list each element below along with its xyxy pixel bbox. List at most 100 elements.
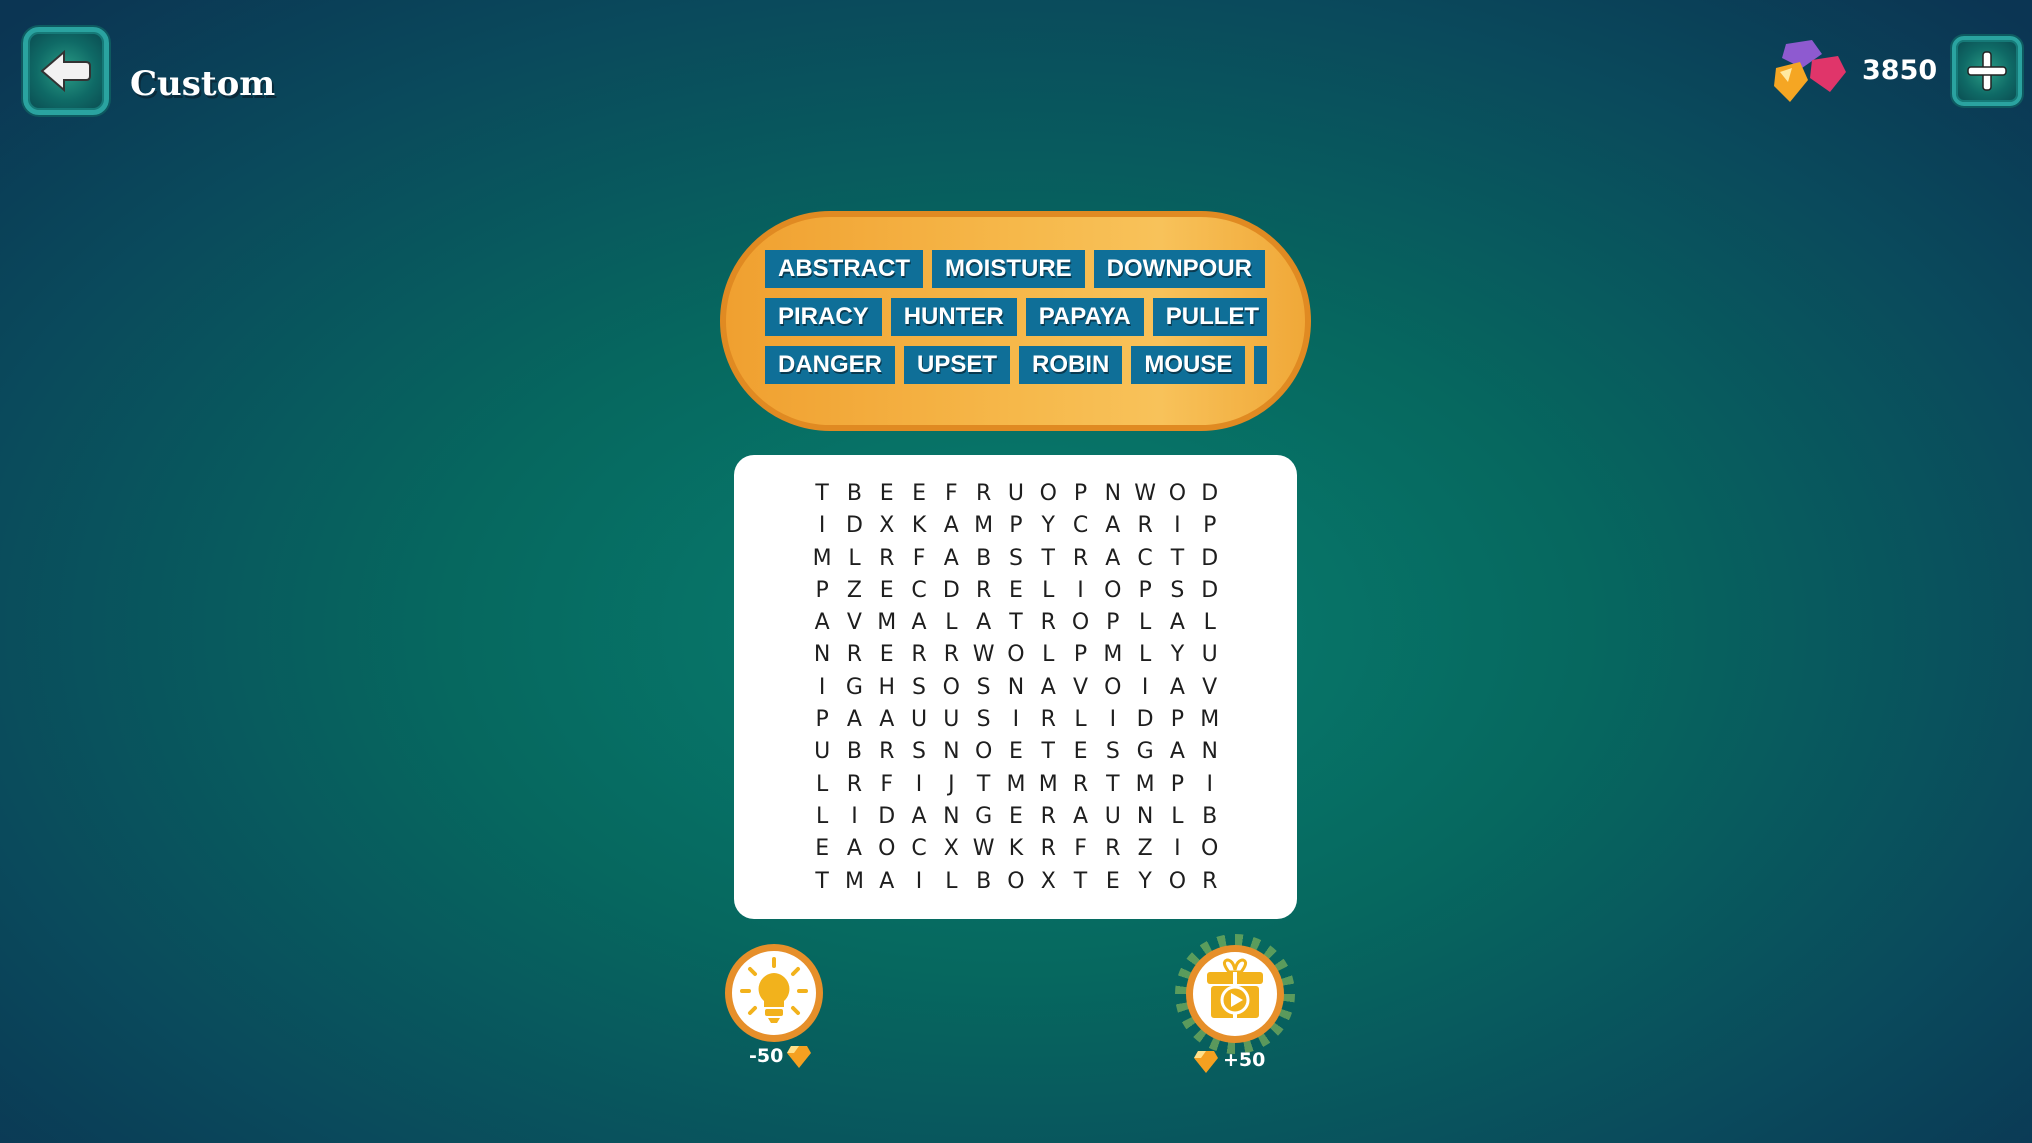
grid-letter[interactable]: R (838, 639, 870, 671)
grid-letter[interactable]: Y (1032, 510, 1064, 542)
grid-letter[interactable]: S (903, 736, 935, 768)
grid-letter[interactable]: G (967, 801, 999, 833)
grid-letter[interactable]: C (903, 575, 935, 607)
grid-letter[interactable]: P (806, 704, 838, 736)
grid-letter[interactable]: R (871, 543, 903, 575)
grid-letter[interactable]: A (1161, 607, 1193, 639)
grid-letter[interactable]: I (1000, 704, 1032, 736)
grid-letter[interactable]: U (1000, 478, 1032, 510)
letter-grid[interactable]: TBEEFRUOPNWODIDXKAMPYCARIPMLRFABSTRACTDP… (806, 478, 1226, 898)
grid-letter[interactable]: L (935, 866, 967, 898)
grid-letter[interactable]: E (903, 478, 935, 510)
grid-letter[interactable]: S (1000, 543, 1032, 575)
grid-letter[interactable]: M (1129, 769, 1161, 801)
grid-letter[interactable]: M (967, 510, 999, 542)
grid-letter[interactable]: T (806, 866, 838, 898)
grid-letter[interactable]: P (1064, 639, 1096, 671)
grid-letter[interactable]: A (1032, 672, 1064, 704)
grid-letter[interactable]: R (1129, 510, 1161, 542)
grid-letter[interactable]: R (1032, 704, 1064, 736)
grid-letter[interactable]: M (1032, 769, 1064, 801)
grid-letter[interactable]: N (1097, 478, 1129, 510)
grid-letter[interactable]: D (1194, 478, 1226, 510)
grid-letter[interactable]: K (903, 510, 935, 542)
grid-letter[interactable]: R (935, 639, 967, 671)
grid-letter[interactable]: E (806, 833, 838, 865)
grid-letter[interactable]: A (806, 607, 838, 639)
grid-letter[interactable]: V (838, 607, 870, 639)
grid-letter[interactable]: F (935, 478, 967, 510)
grid-letter[interactable]: A (1097, 543, 1129, 575)
grid-letter[interactable]: Y (1129, 866, 1161, 898)
grid-letter[interactable]: A (903, 801, 935, 833)
grid-letter[interactable]: C (1129, 543, 1161, 575)
grid-letter[interactable]: S (967, 672, 999, 704)
grid-letter[interactable]: R (1064, 769, 1096, 801)
grid-letter[interactable]: R (838, 769, 870, 801)
grid-letter[interactable]: Z (1129, 833, 1161, 865)
grid-letter[interactable]: P (806, 575, 838, 607)
grid-letter[interactable]: U (806, 736, 838, 768)
grid-letter[interactable]: X (935, 833, 967, 865)
grid-letter[interactable]: T (1032, 543, 1064, 575)
grid-letter[interactable]: A (871, 704, 903, 736)
grid-letter[interactable]: T (1064, 866, 1096, 898)
grid-letter[interactable]: E (1000, 575, 1032, 607)
grid-letter[interactable]: B (967, 543, 999, 575)
grid-letter[interactable]: E (1097, 866, 1129, 898)
grid-letter[interactable]: I (903, 866, 935, 898)
grid-letter[interactable]: B (838, 478, 870, 510)
grid-letter[interactable]: I (1129, 672, 1161, 704)
grid-letter[interactable]: I (806, 510, 838, 542)
grid-letter[interactable]: I (838, 801, 870, 833)
grid-letter[interactable]: R (1194, 866, 1226, 898)
grid-letter[interactable]: L (1032, 575, 1064, 607)
grid-letter[interactable]: R (903, 639, 935, 671)
grid-letter[interactable]: M (806, 543, 838, 575)
grid-letter[interactable]: X (1032, 866, 1064, 898)
grid-letter[interactable]: H (871, 672, 903, 704)
grid-letter[interactable]: I (903, 769, 935, 801)
grid-letter[interactable]: T (1161, 543, 1193, 575)
grid-letter[interactable]: L (1129, 639, 1161, 671)
grid-letter[interactable]: D (1129, 704, 1161, 736)
grid-letter[interactable]: E (1000, 801, 1032, 833)
grid-letter[interactable]: I (1064, 575, 1096, 607)
grid-letter[interactable]: O (967, 736, 999, 768)
grid-letter[interactable]: N (935, 801, 967, 833)
grid-letter[interactable]: D (838, 510, 870, 542)
grid-letter[interactable]: M (1000, 769, 1032, 801)
grid-letter[interactable]: S (967, 704, 999, 736)
grid-letter[interactable]: C (1064, 510, 1096, 542)
grid-letter[interactable]: A (1161, 736, 1193, 768)
grid-letter[interactable]: Y (1161, 639, 1193, 671)
grid-letter[interactable]: P (1129, 575, 1161, 607)
grid-letter[interactable]: F (871, 769, 903, 801)
grid-letter[interactable]: P (1161, 704, 1193, 736)
grid-letter[interactable]: O (1032, 478, 1064, 510)
grid-letter[interactable]: C (903, 833, 935, 865)
grid-letter[interactable]: L (806, 769, 838, 801)
grid-letter[interactable]: R (967, 575, 999, 607)
grid-letter[interactable]: A (838, 833, 870, 865)
grid-letter[interactable]: D (871, 801, 903, 833)
grid-letter[interactable]: D (1194, 543, 1226, 575)
grid-letter[interactable]: O (1064, 607, 1096, 639)
grid-letter[interactable]: B (1194, 801, 1226, 833)
grid-letter[interactable]: T (967, 769, 999, 801)
grid-letter[interactable]: E (871, 575, 903, 607)
grid-letter[interactable]: P (1064, 478, 1096, 510)
grid-letter[interactable]: U (903, 704, 935, 736)
grid-letter[interactable]: I (806, 672, 838, 704)
grid-letter[interactable]: O (1194, 833, 1226, 865)
grid-letter[interactable]: L (1129, 607, 1161, 639)
grid-letter[interactable]: A (1064, 801, 1096, 833)
grid-letter[interactable]: I (1097, 704, 1129, 736)
grid-letter[interactable]: P (1161, 769, 1193, 801)
grid-letter[interactable]: L (935, 607, 967, 639)
grid-letter[interactable]: O (871, 833, 903, 865)
grid-letter[interactable]: W (967, 833, 999, 865)
grid-letter[interactable]: X (871, 510, 903, 542)
grid-letter[interactable]: O (935, 672, 967, 704)
grid-letter[interactable]: K (1000, 833, 1032, 865)
